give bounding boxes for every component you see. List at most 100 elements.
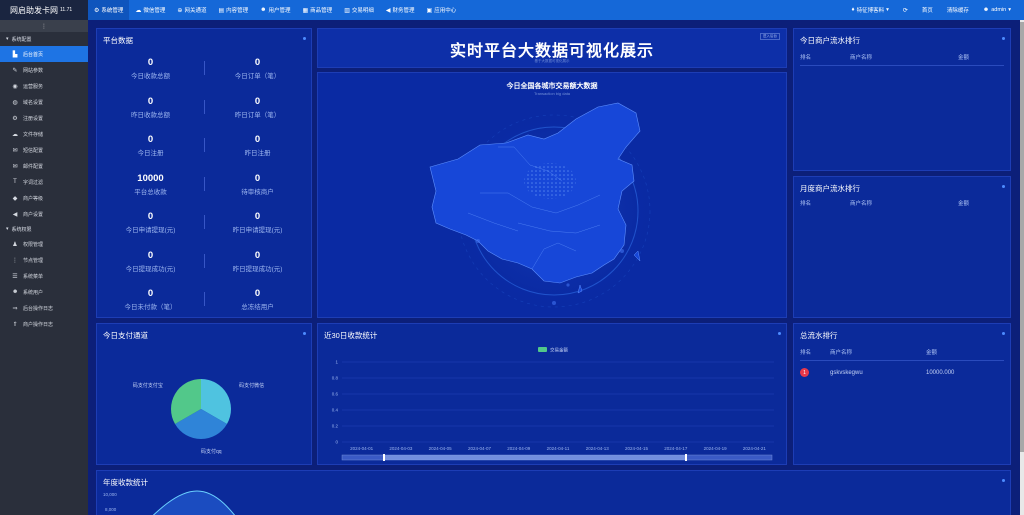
amount: 10000.000 bbox=[926, 369, 955, 376]
panel-title: 月度商户流水排行 bbox=[800, 184, 860, 193]
sidebar-item[interactable]: ◆ 商户等级 bbox=[0, 190, 88, 206]
sidebar-item-label: 域名设置 bbox=[23, 99, 44, 106]
stat-divider bbox=[204, 61, 205, 75]
topnav-item[interactable]: ☁ 微信管理 bbox=[129, 0, 171, 20]
apps-icon: ▣ bbox=[426, 7, 433, 14]
sidebar-item[interactable]: ☁ 文件存储 bbox=[0, 126, 88, 142]
topnav-item[interactable]: ▣ 应用中心 bbox=[421, 0, 463, 20]
stat-divider bbox=[204, 99, 205, 114]
stat-divider bbox=[204, 176, 205, 191]
china-map bbox=[429, 102, 654, 311]
sidebar-item[interactable]: ◍ 域名设置 bbox=[0, 94, 88, 110]
sidebar-item[interactable]: ⇑ 商户操作日志 bbox=[0, 316, 88, 332]
sidebar-item-label: 权限管理 bbox=[23, 241, 44, 248]
y-tick-label: 0.6 bbox=[332, 392, 339, 397]
sidebar-item-label: 文件存储 bbox=[23, 131, 44, 138]
stat-value: 0 bbox=[254, 134, 261, 145]
topnav-label: 应用中心 bbox=[434, 8, 457, 14]
register-settings-icon: ⚙ bbox=[12, 115, 18, 122]
sidebar-item[interactable]: ⚙ 注册设置 bbox=[0, 110, 88, 126]
version-label: 11.71 bbox=[60, 7, 73, 13]
stat-row: 0 今日收款总额 0 今日订单（笔） bbox=[97, 51, 311, 90]
payment-channels-panel: 今日支付通道 码支付微信 码支付qq 码支付支付宝 bbox=[96, 323, 312, 465]
thirty-day-chart: 0 0.2 0.4 0.6 0.8 1 2024-04-01 2024-04-03 2024-0… bbox=[332, 347, 774, 461]
sidebar-item-label: 注册设置 bbox=[23, 115, 44, 122]
topnav-item[interactable]: ▦ 商品管理 bbox=[297, 0, 339, 20]
sidebar-item[interactable]: ▙ 后台首页 bbox=[0, 46, 88, 62]
table-row[interactable]: 1 gskvskegwu 10000.000 bbox=[800, 368, 1004, 377]
content-icon: ▤ bbox=[218, 7, 225, 14]
zoom-slider-handle[interactable] bbox=[383, 454, 385, 461]
topnav-item[interactable]: ▥ 交易明细 bbox=[338, 0, 380, 20]
stat-value: 0 bbox=[147, 211, 154, 222]
stat-card: 0 昨日提现成功(元) bbox=[204, 244, 311, 283]
chevron-down-icon: ▾ bbox=[1008, 7, 1011, 13]
topnav-item[interactable]: ⚙ 系统管理 bbox=[88, 0, 130, 20]
node-icon: ⋮ bbox=[12, 257, 18, 264]
pie-label: 码支付微信 bbox=[239, 382, 264, 389]
sidebar-item[interactable]: ◉ 运营服务 bbox=[0, 78, 88, 94]
sidebar-item[interactable]: ✉ 邮件配置 bbox=[0, 158, 88, 174]
mail-icon: ✉ bbox=[12, 163, 18, 170]
user-menu[interactable]: ☻ admin ▾ bbox=[976, 7, 1018, 13]
refresh-button[interactable]: ⟳ bbox=[896, 7, 915, 14]
caret-down-icon: ▾ bbox=[6, 36, 9, 42]
stat-value: 0 bbox=[147, 288, 154, 299]
legend-label[interactable]: 交易金额 bbox=[550, 347, 568, 354]
sidebar-item[interactable]: ♟ 权限管理 bbox=[0, 236, 88, 252]
dashboard-icon: ▙ bbox=[12, 51, 18, 58]
sidebar-item[interactable]: ☻ 系统用户 bbox=[0, 284, 88, 300]
legend-swatch[interactable] bbox=[538, 347, 547, 352]
stat-row: 10000 平台总收款 0 待审核商户 bbox=[97, 167, 311, 206]
sidebar-collapse-toggle[interactable]: ⋮ bbox=[0, 20, 88, 32]
top-nav: ⚙ 系统管理 ☁ 微信管理 ⊕ 网关通道 ▤ 内容管理 ☻ 用户管理 ▦ 商品管理 ▥ 交易明细 ◀ 财务管理… bbox=[88, 0, 462, 20]
panel-title: 平台数据 bbox=[103, 36, 133, 45]
stat-value: 0 bbox=[254, 249, 261, 261]
notice-menu[interactable]: ♦ 特征博客料 ▾ bbox=[845, 6, 896, 14]
merchant-log-icon: ⇑ bbox=[12, 321, 18, 328]
banner-subtitle: 基于大数据可视化展示 bbox=[534, 59, 570, 63]
stat-divider bbox=[204, 215, 205, 229]
username: admin bbox=[991, 7, 1007, 13]
topnav-item[interactable]: ◀ 财务管理 bbox=[380, 0, 421, 20]
page-scrollbar[interactable] bbox=[1020, 20, 1024, 515]
sidebar-item[interactable]: ☰ 系统菜单 bbox=[0, 268, 88, 284]
x-tick-label: 2024-04-07 bbox=[468, 446, 492, 451]
col-merchant: 商户名称 bbox=[830, 350, 853, 356]
sidebar-item-label: 短信配置 bbox=[23, 147, 44, 154]
zoom-slider-handle[interactable] bbox=[685, 454, 687, 461]
sidebar-item[interactable]: ◀ 商户设置 bbox=[0, 206, 88, 222]
users-icon: ☻ bbox=[260, 7, 267, 13]
topnav-item[interactable]: ▤ 内容管理 bbox=[212, 0, 254, 20]
topnav-item[interactable]: ⊕ 网关通道 bbox=[171, 0, 212, 20]
goods-icon: ▦ bbox=[302, 7, 309, 14]
clear-cache-link[interactable]: 清除缓存 bbox=[940, 6, 976, 14]
sidebar-item[interactable]: T 字词过滤 bbox=[0, 174, 88, 190]
payment-channel-pie: 码支付微信码支付qq 码支付支付宝 bbox=[133, 379, 264, 455]
x-tick-label: 2024-04-13 bbox=[586, 446, 610, 451]
y-tick-label: 0 bbox=[335, 440, 338, 445]
stat-value: 0 bbox=[147, 249, 154, 261]
zoom-slider-range[interactable] bbox=[384, 455, 686, 460]
sidebar-item[interactable]: ⋮ 节点管理 bbox=[0, 252, 88, 268]
x-tick-label: 2024-04-19 bbox=[704, 446, 728, 451]
logo[interactable]: 网启助发卡网 11.71 bbox=[0, 0, 88, 20]
notice-label: 特征博客料 bbox=[856, 8, 885, 14]
sidebar-item[interactable]: ✎ 网站参数 bbox=[0, 62, 88, 78]
home-link[interactable]: 首页 bbox=[915, 6, 940, 14]
scrollbar-thumb[interactable] bbox=[1020, 22, 1024, 452]
stat-divider bbox=[204, 138, 205, 152]
yearly-chart bbox=[152, 490, 236, 515]
stat-card: 10000 平台总收款 bbox=[97, 167, 204, 206]
stat-value: 0 bbox=[254, 288, 261, 299]
sidebar-group[interactable]: ▾ 系统配置 bbox=[0, 32, 88, 46]
stat-label: 昨日订单（笔） bbox=[234, 111, 281, 119]
sidebar-group[interactable]: ▾ 系统权限 bbox=[0, 222, 88, 236]
stat-value: 0 bbox=[147, 134, 154, 145]
topnav-item[interactable]: ☻ 用户管理 bbox=[254, 0, 296, 20]
sidebar-item[interactable]: ⇒ 后台操作日志 bbox=[0, 300, 88, 316]
corner-button[interactable]: 进入后台 bbox=[760, 33, 780, 40]
sidebar: ⋮ ▾ 系统配置 ▙ 后台首页 ✎ 网站参数 ◉ 运营服务 ◍ 域名设置 ⚙ 注册设置 ☁ 文件存储 ✉ 短信… bbox=[0, 20, 88, 515]
sidebar-item[interactable]: ✉ 短信配置 bbox=[0, 142, 88, 158]
sidebar-item-label: 系统用户 bbox=[23, 289, 44, 296]
